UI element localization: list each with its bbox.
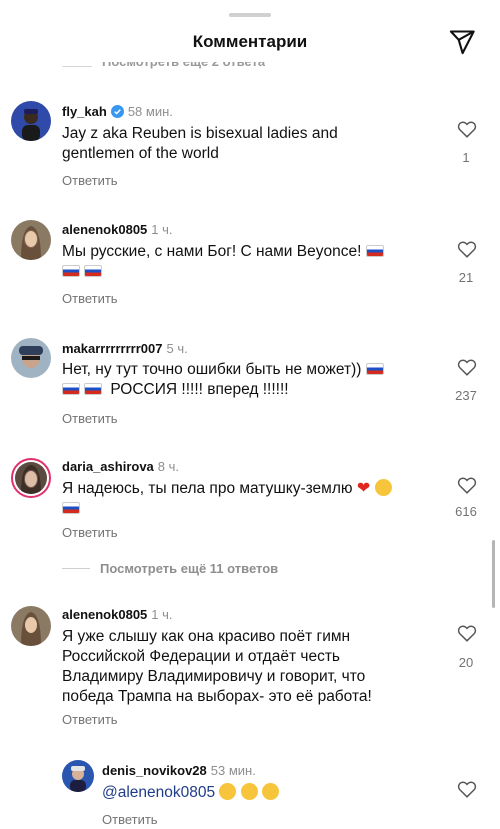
view-replies-link[interactable]: Посмотреть ещё 2 ответа — [102, 62, 265, 71]
rofl-emoji — [219, 783, 237, 800]
text-line: Мы русские, с нами Бог! С нами Beyonce! — [62, 243, 362, 260]
text-line: Я уже слышу как она красиво поёт гимн — [62, 628, 351, 645]
comment-meta: alenenok0805 1 ч. — [62, 222, 173, 238]
rofl-emoji — [240, 783, 258, 800]
red-heart-emoji: ❤ — [356, 480, 371, 497]
comment-text: Я уже слышу как она красиво поёт гимн Ро… — [62, 627, 422, 707]
reply-button[interactable]: Ответить — [102, 812, 158, 827]
russia-flag-icon — [365, 363, 384, 375]
comment-meta: fly_kah 58 мин. — [62, 104, 173, 120]
avatar[interactable] — [11, 101, 51, 141]
verified-badge-icon — [110, 105, 124, 118]
comment-meta: makarrrrrrrrr007 5 ч. — [62, 341, 188, 357]
text-line: gentlemen of the world — [62, 145, 219, 162]
text-line: РОССИЯ !!!!! вперед !!!!!! — [110, 381, 289, 398]
mention-link[interactable]: @alenenok0805 — [102, 784, 215, 801]
reply-button[interactable]: Ответить — [62, 173, 118, 188]
relieved-face-emoji — [374, 479, 392, 496]
like-count: 1 — [462, 150, 470, 165]
timestamp: 8 ч. — [157, 459, 180, 474]
like-heart-icon[interactable] — [456, 778, 478, 800]
like-count: 21 — [458, 270, 474, 285]
like-heart-icon[interactable] — [456, 474, 478, 496]
like-heart-icon[interactable] — [456, 238, 478, 260]
text-line: Я надеюсь, ты пела про матушку-землю — [62, 480, 353, 497]
reply-button[interactable]: Ответить — [62, 525, 118, 540]
divider-line — [62, 66, 92, 67]
scrollbar[interactable] — [492, 540, 495, 608]
username[interactable]: alenenok0805 — [62, 607, 147, 622]
username[interactable]: denis_novikov28 — [102, 763, 207, 778]
avatar[interactable] — [11, 458, 51, 498]
comment-text: Нет, ну тут точно ошибки быть не может))… — [62, 360, 422, 400]
username[interactable]: makarrrrrrrrr007 — [62, 341, 162, 356]
russia-flag-icon — [62, 502, 80, 514]
avatar[interactable] — [11, 220, 51, 260]
comment-meta: denis_novikov28 53 мин. — [102, 763, 256, 779]
reply-button[interactable]: Ответить — [62, 291, 118, 306]
comment-text: @alenenok0805 — [102, 783, 462, 803]
like-count: 20 — [458, 655, 474, 670]
timestamp: 58 мин. — [127, 104, 173, 119]
timestamp: 1 ч. — [151, 607, 173, 622]
reply-button[interactable]: Ответить — [62, 712, 118, 727]
username[interactable]: fly_kah — [62, 104, 107, 119]
text-line: Jay z aka Reuben is bisexual ladies and — [62, 125, 338, 142]
share-icon[interactable] — [448, 28, 476, 56]
text-line: Российской Федерации и отдаёт честь — [62, 648, 340, 665]
like-heart-icon[interactable] — [456, 622, 478, 644]
like-heart-icon[interactable] — [456, 118, 478, 140]
comment-text: Мы русские, с нами Бог! С нами Beyonce! — [62, 242, 422, 282]
russia-flag-icon — [62, 265, 80, 277]
russia-flag-icon — [365, 245, 384, 257]
avatar[interactable] — [11, 606, 51, 646]
divider-line — [62, 568, 90, 569]
russia-flag-icon — [84, 383, 102, 395]
timestamp: 53 мин. — [210, 763, 256, 778]
drag-handle[interactable] — [229, 13, 271, 17]
reply-button[interactable]: Ответить — [62, 411, 118, 426]
russia-flag-icon — [84, 265, 102, 277]
avatar[interactable] — [62, 760, 94, 792]
russia-flag-icon — [62, 383, 80, 395]
comment-meta: alenenok0805 1 ч. — [62, 607, 173, 623]
like-count: 616 — [455, 504, 477, 519]
like-heart-icon[interactable] — [456, 356, 478, 378]
comment-meta: daria_ashirova 8 ч. — [62, 459, 179, 475]
like-count: 237 — [455, 388, 477, 403]
rofl-emoji — [262, 783, 280, 800]
text-line: Владимиру Владимировичу и говорит, что — [62, 668, 366, 685]
comment-text: Jay z aka Reuben is bisexual ladies and … — [62, 124, 422, 164]
timestamp: 5 ч. — [166, 341, 188, 356]
avatar[interactable] — [11, 338, 51, 378]
username[interactable]: daria_ashirova — [62, 459, 154, 474]
page-title: Комментарии — [192, 32, 308, 51]
text-line: победа Трампа на выборах- это её работа! — [62, 688, 372, 705]
comment-text: Я надеюсь, ты пела про матушку-землю ❤ — [62, 479, 422, 519]
view-replies-link[interactable]: Посмотреть ещё 11 ответов — [100, 561, 278, 576]
timestamp: 1 ч. — [151, 222, 173, 237]
username[interactable]: alenenok0805 — [62, 222, 147, 237]
text-line: Нет, ну тут точно ошибки быть не может)) — [62, 361, 362, 378]
